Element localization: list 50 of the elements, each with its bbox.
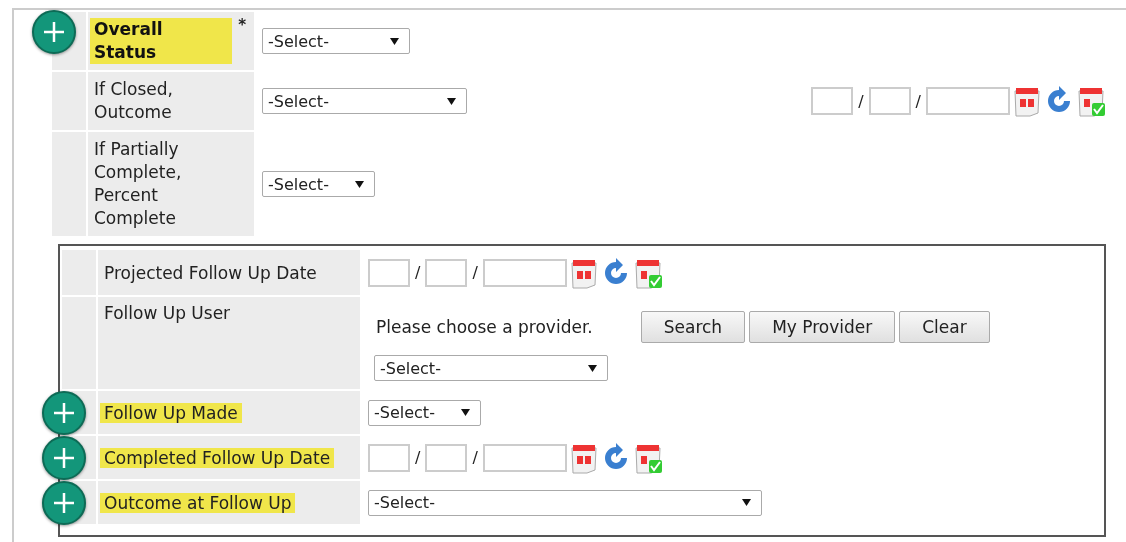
day-field[interactable] (425, 443, 468, 472)
date-separator: / (472, 448, 478, 467)
required-mark: * (238, 18, 246, 33)
year-field[interactable] (482, 443, 567, 472)
search-button[interactable]: Search (640, 311, 746, 343)
field-label: Completed Follow Up Date (100, 447, 335, 468)
select-dropdown[interactable]: -Select- (368, 399, 481, 426)
calendar-check-icon[interactable] (1076, 85, 1106, 117)
calendar-icon[interactable] (1012, 85, 1042, 117)
date-separator: / (415, 263, 421, 282)
date-separator: / (915, 91, 921, 111)
month-field[interactable] (368, 443, 410, 472)
add-button[interactable] (42, 390, 86, 435)
caret-icon (461, 409, 470, 416)
date-separator: / (858, 91, 864, 111)
year-field[interactable] (482, 258, 567, 287)
select-dropdown[interactable]: -Select- (262, 88, 467, 114)
plus-icon (43, 21, 65, 43)
plus-icon (53, 401, 75, 424)
field-label: Outcome at Follow Up (100, 492, 296, 513)
add-button[interactable] (32, 10, 76, 54)
select-dropdown[interactable]: -Select- (262, 28, 410, 54)
provider-button[interactable]: My Provider (749, 311, 896, 343)
caret-icon (447, 97, 456, 105)
date-separator: / (472, 263, 478, 282)
select-dropdown[interactable]: -Select- (368, 489, 762, 516)
caret-icon (390, 37, 399, 45)
field-label: If Closed, Outcome (94, 78, 174, 124)
day-field[interactable] (425, 258, 468, 287)
field-label: Overall Status (90, 18, 232, 64)
field-label: If Partially Complete, Percent Complete (94, 138, 183, 230)
provider-button[interactable]: Clear (899, 311, 990, 343)
caret-icon (742, 499, 751, 506)
caret-icon (588, 364, 597, 372)
date-separator: / (415, 448, 421, 467)
select-dropdown[interactable]: -Select- (262, 171, 375, 197)
field-label: Follow Up Made (100, 402, 242, 423)
add-button[interactable] (42, 435, 86, 480)
year-field[interactable] (926, 87, 1010, 115)
field-label: Follow Up User (104, 303, 231, 323)
plus-icon (53, 446, 75, 469)
day-field[interactable] (868, 87, 911, 115)
provider-hint: Please choose a provider. (376, 317, 593, 337)
add-button[interactable] (42, 480, 86, 525)
month-field[interactable] (368, 258, 410, 287)
select-dropdown[interactable]: -Select- (374, 355, 608, 381)
plus-icon (53, 491, 75, 514)
field-label: Projected Follow Up Date (104, 262, 317, 283)
month-field[interactable] (811, 87, 854, 115)
caret-icon (355, 180, 364, 188)
